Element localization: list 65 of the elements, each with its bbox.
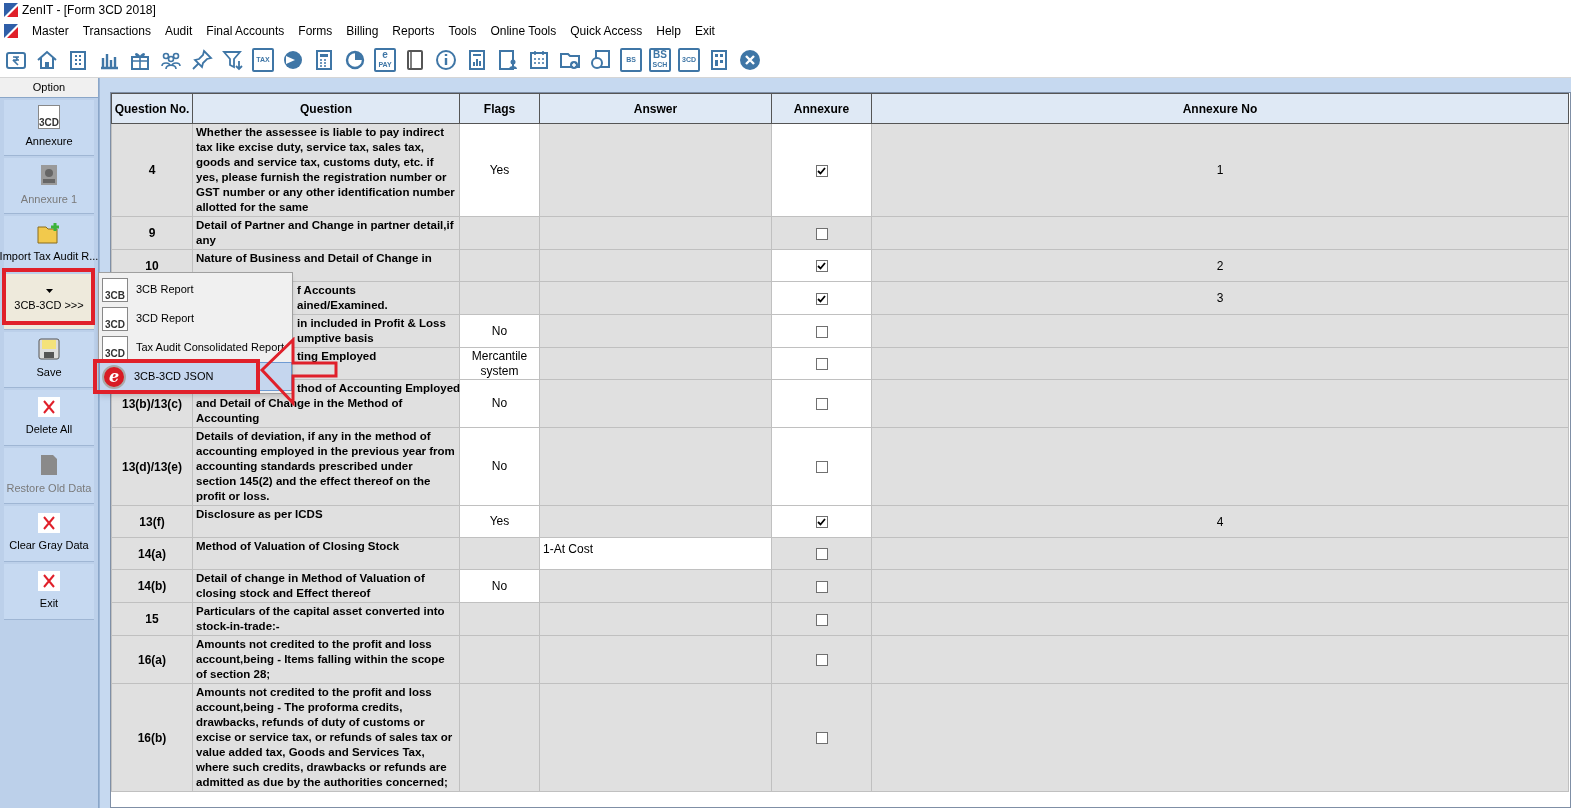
menu-item[interactable]: Exit bbox=[694, 22, 715, 40]
menu-item[interactable]: Billing bbox=[346, 22, 379, 40]
question-text: Detail of change in Method of Valuation of closing stock and Effect thereof bbox=[196, 572, 425, 599]
table-cell: 15 bbox=[111, 602, 193, 636]
menu-item[interactable]: Audit bbox=[164, 22, 193, 40]
table-cell: 3 bbox=[871, 281, 1569, 315]
sidebar-button[interactable]: Exit bbox=[4, 564, 94, 620]
menu-item[interactable]: Master bbox=[32, 22, 69, 40]
column-header: Flags bbox=[459, 93, 540, 124]
menu-item[interactable]: Help bbox=[656, 22, 681, 40]
sidebar-button[interactable]: 3CD Annexure bbox=[4, 100, 94, 156]
table-cell: 1-At Cost bbox=[539, 537, 772, 570]
document-icon: 3CD bbox=[38, 105, 60, 130]
table-cell: 14(a) bbox=[111, 537, 193, 570]
menu-item[interactable]: Transactions bbox=[82, 22, 151, 40]
window-title: ZenIT - [Form 3CD 2018] bbox=[22, 2, 156, 19]
table-cell: Yes bbox=[459, 123, 540, 217]
question-text: Amounts not credited to the profit and loss account,being - Items falling within the scope of section 28; bbox=[196, 638, 445, 680]
menu-item[interactable]: Quick Access bbox=[570, 22, 643, 40]
table-cell: 16(b) bbox=[111, 683, 193, 792]
table-cell: 14(b) bbox=[111, 569, 193, 603]
table-cell: Mercantile system bbox=[459, 347, 540, 380]
menu-item[interactable]: Reports bbox=[392, 22, 435, 40]
table-cell: No bbox=[459, 314, 540, 348]
column-header: Question No. bbox=[111, 93, 193, 124]
sidebar-button[interactable]: Save bbox=[4, 332, 94, 388]
table-cell: 16(a) bbox=[111, 635, 193, 684]
question-text: Nature of Business and Detail of Change in bbox=[196, 252, 432, 264]
question-text: f Accounts ained/Examined. bbox=[297, 284, 388, 311]
column-header: Annexure bbox=[771, 93, 872, 124]
menu-item[interactable]: 3CD 3CD Report bbox=[99, 304, 292, 333]
question-text: ting Employed bbox=[297, 350, 377, 362]
question-text: Particulars of the capital asset converted into stock-in-trade:- bbox=[196, 605, 445, 632]
table-cell: 9 bbox=[111, 216, 193, 250]
table-cell: 13(d)/13(e) bbox=[111, 427, 193, 506]
menu-item[interactable]: Online Tools bbox=[490, 22, 557, 40]
column-header: Annexure No bbox=[871, 93, 1569, 124]
question-text: Whether the assessee is liable to pay indirect tax like excise duty, service tax, sales tax, goods and service tax, customs duty, etc. if yes, please furnish the registration number or GST number or any other identification number allotted for the same bbox=[196, 126, 455, 213]
question-text: Details of deviation, if any in the method of accounting employed in the previous year from accounting standards prescribed under section 145(2) and the effect thereof on the profit or loss. bbox=[196, 430, 455, 502]
question-text: Disclosure as per ICDS bbox=[196, 508, 323, 520]
table-cell: No bbox=[459, 379, 540, 428]
table-cell: 4 bbox=[111, 123, 193, 217]
sidebar-button[interactable]: Delete All bbox=[4, 390, 94, 446]
sidebar-button[interactable]: Clear Gray Data bbox=[4, 506, 94, 562]
column-header: Question bbox=[192, 93, 460, 124]
menu-item[interactable]: 3CD Tax Audit Consolidated Report bbox=[99, 333, 292, 362]
question-text: Method of Valuation of Closing Stock bbox=[196, 540, 400, 552]
menu-item[interactable]: Tools bbox=[448, 22, 477, 40]
question-text: Detail of Partner and Change in partner detail,if any bbox=[196, 219, 454, 246]
table-cell: 4 bbox=[871, 505, 1569, 538]
document-icon: 3CD bbox=[102, 306, 128, 331]
table-cell: 2 bbox=[871, 249, 1569, 282]
menu-item[interactable]: Final Accounts bbox=[206, 22, 285, 40]
document-icon: 3CB bbox=[102, 277, 128, 302]
column-header: Answer bbox=[539, 93, 772, 124]
table-cell: 1 bbox=[871, 123, 1569, 217]
json-icon: e bbox=[102, 364, 126, 389]
table-cell: Yes bbox=[459, 505, 540, 538]
document-icon: 3CD bbox=[102, 335, 128, 360]
panel-title: Option bbox=[0, 78, 98, 98]
table-cell: 13(f) bbox=[111, 505, 193, 538]
question-text: Amounts not credited to the profit and loss account,being - The proforma credits, drawbacks, refunds of duty of customs or excise or service tax, or refunds of sales tax or value added tax, Goods and Services Tax, where such credits, drawbacks or refunds are admitted as due by the authorities concerned; bbox=[196, 686, 453, 788]
table-cell: No bbox=[459, 569, 540, 603]
table-cell: No bbox=[459, 427, 540, 506]
menu-item[interactable]: Forms bbox=[298, 22, 333, 40]
